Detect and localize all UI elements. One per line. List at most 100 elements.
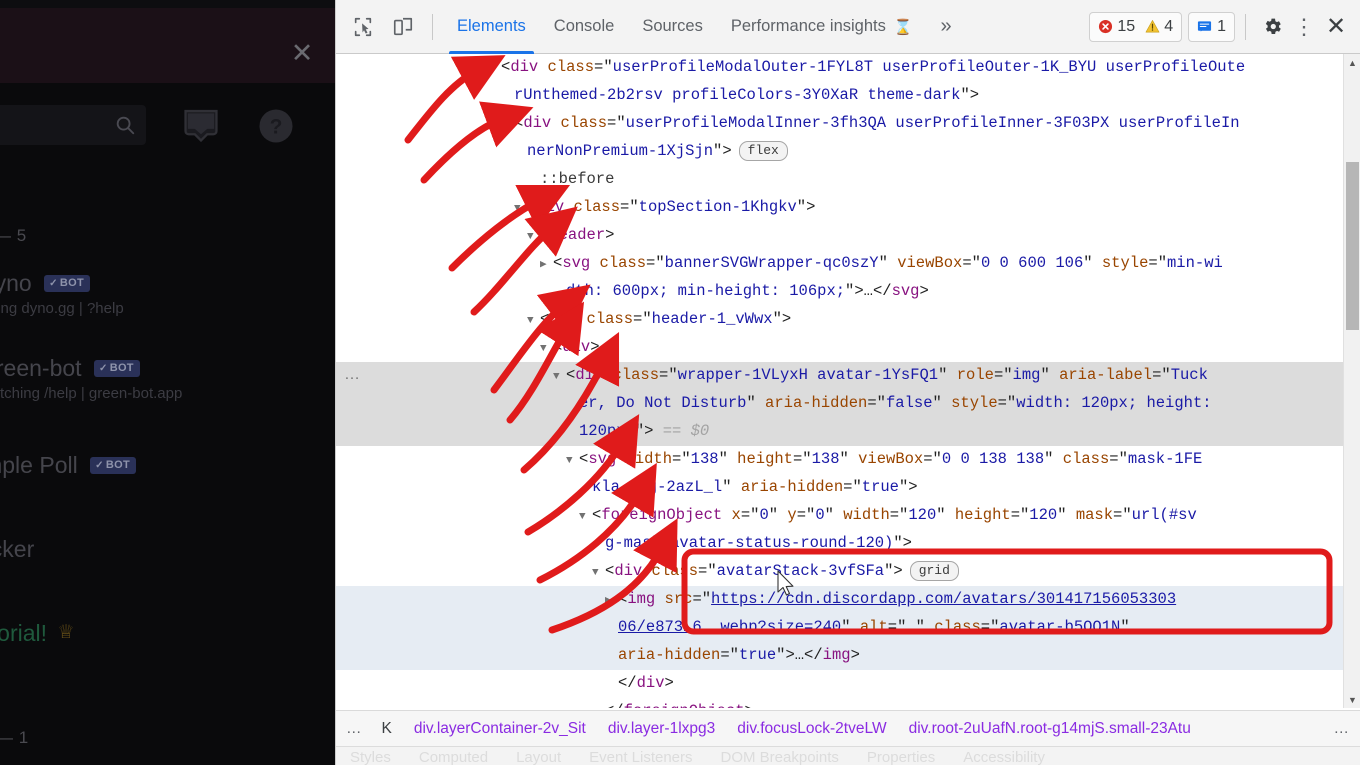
dom-tree-row[interactable]: ▼ <div class="header-1_vWwx">	[336, 306, 1343, 334]
dom-tree-row[interactable]: ▼ <div class="topSection-1Khgkv">	[336, 194, 1343, 222]
inbox-icon[interactable]	[182, 108, 220, 143]
dom-token-at: height	[954, 506, 1011, 524]
dom-token-pk	[616, 450, 625, 468]
dom-token-lnk[interactable]: 06/e873…6….webp?size=240	[618, 618, 841, 636]
dom-token-pk: "	[1057, 506, 1076, 524]
dom-token-pk: ="	[620, 198, 639, 216]
layout-badge-grid[interactable]: grid	[909, 560, 959, 581]
member-list-item-0[interactable]: Dyno ✓BOT laying dyno.gg | ?help	[0, 270, 124, 317]
expand-triangle-closed-icon[interactable]: ▶	[605, 588, 615, 614]
twisty-placeholder	[605, 672, 615, 698]
breadcrumb-item-2[interactable]: div.layer-1lxpg3	[597, 720, 726, 738]
device-toolbar-icon[interactable]	[386, 10, 420, 44]
dom-tree-row[interactable]: ▼ <div>	[336, 334, 1343, 362]
dom-tree-row[interactable]: … ▼ <div class="wrapper-1VLyxH avatar-1YsF…	[336, 362, 1343, 446]
tab-properties[interactable]: Properties	[853, 747, 949, 765]
dom-token-at: aria-hidden	[740, 478, 844, 496]
help-circle-icon[interactable]: ?	[258, 108, 294, 144]
tab-console[interactable]: Console	[540, 0, 629, 54]
dom-token-pk: <	[514, 114, 524, 132]
dom-tree-line: 120px;"> == $0	[336, 418, 1343, 446]
dom-tree-scrollbar[interactable]: ▲ ▼	[1343, 54, 1360, 708]
expand-triangle-open-icon[interactable]: ▼	[488, 56, 498, 82]
expand-triangle-open-icon[interactable]: ▼	[527, 224, 537, 250]
expand-triangle-open-icon[interactable]: ▼	[514, 196, 524, 222]
dom-tree-row[interactable]: ▼ <header>	[336, 222, 1343, 250]
dom-token-pk: >	[745, 702, 754, 708]
expand-triangle-open-icon[interactable]: ▼	[527, 308, 537, 334]
tab-performance-insights[interactable]: Performance insights ⌛	[717, 0, 927, 54]
dom-token-at: viewBox	[897, 254, 963, 272]
tab-styles[interactable]: Styles	[336, 747, 405, 765]
issue-counters[interactable]: 15 4	[1089, 11, 1183, 42]
dom-token-av: g-mask-avatar-status-round-120)	[605, 534, 894, 552]
expand-triangle-open-icon[interactable]: ▼	[553, 364, 563, 390]
dom-tree-row[interactable]: ▼ <div class="avatarStack-3vfSFa"> grid	[336, 558, 1343, 586]
breadcrumb-item-0[interactable]: K	[371, 720, 403, 738]
dom-tree-row[interactable]: ▼ <div class="userProfileModalInner-3fh3Q…	[336, 110, 1343, 166]
dom-tree-row[interactable]: ▼ <svg width="138" height="138" viewBox="…	[336, 446, 1343, 502]
dom-tree-row[interactable]: </div>	[336, 670, 1343, 698]
tab-sources[interactable]: Sources	[628, 0, 717, 54]
more-tabs-button[interactable]: »	[933, 15, 960, 38]
tab-computed[interactable]: Computed	[405, 747, 502, 765]
dom-token-tg: div	[536, 198, 565, 216]
dom-token-at: aria-hidden	[765, 394, 868, 412]
close-icon[interactable]: ✕	[1320, 11, 1352, 43]
toolbar-divider-2	[1245, 13, 1246, 40]
dom-tree-row[interactable]: ▼ <foreignObject x="0" y="0" width="120" …	[336, 502, 1343, 558]
error-counter[interactable]: 15	[1098, 18, 1135, 36]
dom-token-pk: ="	[672, 450, 691, 468]
gear-icon[interactable]	[1256, 11, 1288, 43]
more-vertical-icon[interactable]: ⋮	[1288, 11, 1320, 43]
member-list-item-1[interactable]: Green-bot ✓BOT Watching /help | green-bo…	[0, 355, 182, 402]
layout-badge-flex[interactable]: flex	[738, 140, 788, 161]
tab-layout[interactable]: Layout	[502, 747, 575, 765]
scroll-down-arrow[interactable]: ▼	[1344, 691, 1360, 708]
breadcrumb-item-1[interactable]: div.layerContainer-2v_Sit	[403, 720, 597, 738]
dom-tree-row[interactable]: ▼ <div class="userProfileModalOuter-1FYL8…	[336, 54, 1343, 110]
twisty-placeholder	[566, 392, 576, 418]
dom-token-pk: <	[553, 254, 563, 272]
dom-tree-row[interactable]: ::before	[336, 166, 1343, 194]
close-icon[interactable]: ✕	[287, 38, 317, 68]
dom-token-tg: svg	[562, 254, 591, 272]
breadcrumb-item-3[interactable]: div.focusLock-2tveLW	[726, 720, 897, 738]
breadcrumb-item-4[interactable]: div.root-2uUafN.root-g14mjS.small-23Atu	[898, 720, 1202, 738]
expand-triangle-open-icon[interactable]: ▼	[592, 560, 602, 586]
dom-token-pk: ">	[772, 310, 792, 328]
breadcrumb-overflow-left[interactable]: …	[336, 720, 371, 738]
message-counter[interactable]: 1	[1188, 11, 1235, 42]
dom-tree-line: ▼ <header>	[336, 222, 1343, 250]
tab-dom-breakpoints[interactable]: DOM Breakpoints	[707, 747, 853, 765]
dom-token-at: mask	[1075, 506, 1114, 524]
scrollbar-thumb[interactable]	[1346, 162, 1359, 330]
search-input[interactable]	[0, 105, 146, 145]
warning-counter[interactable]: 4	[1145, 18, 1173, 36]
toolbar-right-group: 15 4 1 ⋮ ✕	[1089, 11, 1360, 43]
tab-elements[interactable]: Elements	[443, 0, 540, 54]
dom-tree-row[interactable]: </foreignObject>	[336, 698, 1343, 708]
dom-token-tg: div	[549, 310, 578, 328]
dom-token-av: kla svg-2azL_l	[592, 478, 723, 496]
breadcrumb-overflow-right[interactable]: …	[1324, 720, 1360, 738]
dom-token-pk: ="	[1152, 366, 1171, 384]
tab-event-listeners[interactable]: Event Listeners	[575, 747, 706, 765]
dom-tree-row[interactable]: ▶ <svg class="bannerSVGWrapper-qc0szY" vi…	[336, 250, 1343, 306]
member-list-item-3[interactable]: ucker	[0, 536, 34, 563]
scroll-up-arrow[interactable]: ▲	[1344, 54, 1360, 71]
dom-tree-row[interactable]: ▶ <img src="https://cdn.discordapp.com/av…	[336, 586, 1343, 670]
expand-triangle-open-icon[interactable]: ▼	[540, 336, 550, 362]
expand-triangle-open-icon[interactable]: ▼	[566, 448, 576, 474]
inspect-element-icon[interactable]	[346, 10, 380, 44]
dom-tree[interactable]: ▼ <div class="userProfileModalOuter-1FYL8…	[336, 54, 1343, 708]
dom-token-av: wrapper-1VLyxH avatar-1YsFQ1	[677, 366, 939, 384]
expand-triangle-open-icon[interactable]: ▼	[501, 112, 511, 138]
member-list-item-4[interactable]: utorial! ♕	[0, 620, 75, 647]
dom-tree-line: ▼ <div class="wrapper-1VLyxH avatar-1YsFQ…	[336, 362, 1343, 390]
member-list-item-2[interactable]: imple Poll ✓BOT	[0, 452, 136, 479]
expand-triangle-open-icon[interactable]: ▼	[579, 504, 589, 530]
expand-triangle-closed-icon[interactable]: ▶	[540, 252, 550, 278]
dom-token-pk: <	[579, 450, 589, 468]
tab-accessibility[interactable]: Accessibility	[949, 747, 1059, 765]
